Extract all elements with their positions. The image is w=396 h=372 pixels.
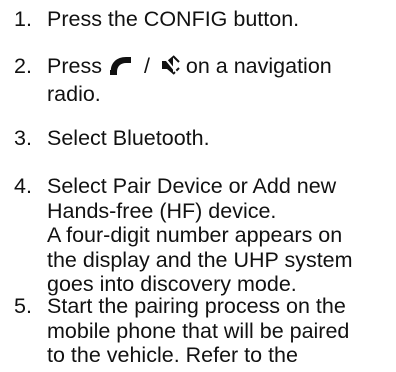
step-text: Start the pairing process on the mobile … [47, 294, 357, 368]
step-text-line: the display and the UHP system [47, 247, 353, 272]
step-text-line: A four-digit number appears on [47, 223, 343, 247]
step-text: Press the CONFIG button. [47, 7, 307, 32]
step-3: 3. Select Bluetooth. [0, 126, 218, 151]
step-text-line: goes into discovery mode. [47, 272, 297, 296]
step-number: 5. [14, 294, 32, 318]
step-text-line: Start the pairing process on the [47, 294, 346, 318]
step-text-line: Press the CONFIG button. [47, 7, 300, 31]
step-text-line: Hands-free (HF) device. [47, 198, 277, 223]
phone-icon [108, 54, 134, 82]
step-text-line: Select Bluetooth. [47, 126, 210, 150]
step-number: 1. [14, 7, 32, 31]
step-text-suffix: on a navigation [185, 54, 332, 78]
mute-icon [160, 54, 180, 82]
step-5: 5. Start the pairing process on the mobi… [0, 294, 357, 368]
step-1: 1. Press the CONFIG button. [0, 7, 307, 32]
step-text-line: mobile phone that will be paired [47, 318, 350, 343]
step-text: Press / on a navigation radio. [47, 54, 340, 106]
step-text: Select Bluetooth. [47, 126, 218, 151]
step-number: 4. [14, 174, 32, 198]
step-text: Select Pair Device or Add new Hands-free… [47, 174, 361, 297]
step-number: 2. [14, 54, 32, 78]
icon-separator: / [143, 54, 150, 78]
step-text-prefix: Press [47, 54, 102, 78]
step-text-line: Press / on a navigation [47, 54, 332, 82]
step-text-line: radio. [47, 81, 101, 106]
step-4: 4. Select Pair Device or Add new Hands-f… [0, 174, 361, 297]
step-text-line: Select Pair Device or Add new [47, 174, 337, 198]
step-text-line: to the vehicle. Refer to the [47, 343, 298, 367]
step-2: 2. Press / on a navigation radio. [0, 54, 340, 106]
step-number: 3. [14, 126, 32, 150]
